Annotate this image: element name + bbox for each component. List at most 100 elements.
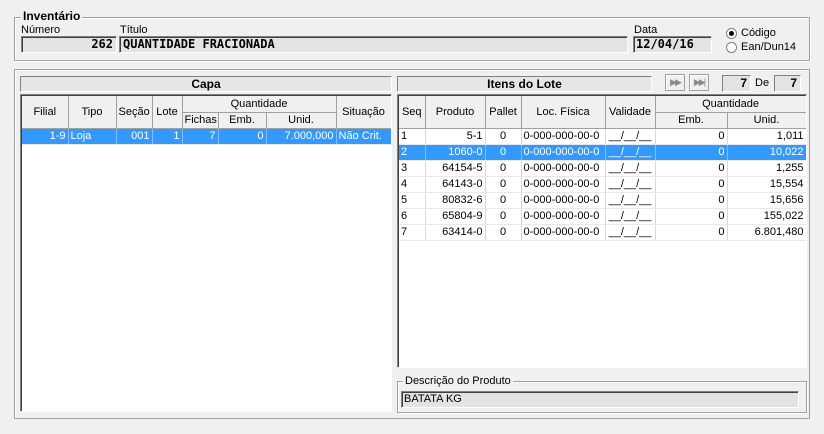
itens-cell-unid: 1,255 <box>727 160 806 177</box>
itens-cell-loc: 0-000-000-00-0 <box>521 176 606 193</box>
capa-col-tipo[interactable]: Tipo <box>68 96 117 129</box>
itens-row[interactable]: 4 64143-0 0 0-000-000-00-0 __/__/__ 0 15,554 <box>399 176 806 193</box>
itens-cell-produto: 63414-0 <box>425 224 486 241</box>
capa-col-filial[interactable]: Filial <box>22 96 69 129</box>
itens-cell-emb: 0 <box>655 160 728 177</box>
capa-col-secao[interactable]: Seção <box>116 96 153 129</box>
titulo-field[interactable]: QUANTIDADE FRACIONADA <box>119 36 628 53</box>
itens-grid[interactable]: Seq Produto Pallet Loc. Física Validade … <box>397 94 807 368</box>
itens-cell-emb: 0 <box>655 224 728 241</box>
capa-cell-tipo: Loja <box>68 128 117 145</box>
capa-col-unid[interactable]: Unid. <box>266 112 337 129</box>
itens-row[interactable]: 1 5-1 0 0-000-000-00-0 __/__/__ 0 1,011 <box>399 128 806 145</box>
capa-grid[interactable]: Filial Tipo Seção Lote Quantidade Situaç… <box>20 94 392 412</box>
itens-cell-loc: 0-000-000-00-0 <box>521 192 606 209</box>
numero-label: Número <box>21 24 61 36</box>
capa-table: Filial Tipo Seção Lote Quantidade Situaç… <box>22 96 391 145</box>
itens-cell-produto: 1060-0 <box>425 144 486 161</box>
current-page-field[interactable]: 7 <box>722 75 751 92</box>
itens-cell-seq: 4 <box>399 176 426 193</box>
next-page-button[interactable]: ▶▶ <box>665 74 685 91</box>
itens-cell-loc: 0-000-000-00-0 <box>521 208 606 225</box>
capa-cell-unid: 7.000,000 <box>266 128 337 145</box>
itens-cell-unid: 15,656 <box>727 192 806 209</box>
capa-cell-situacao: Não Crit. <box>336 128 391 145</box>
itens-cell-validade: __/__/__ <box>605 176 656 193</box>
data-field[interactable]: 12/04/16 <box>633 36 712 53</box>
capa-cell-lote: 1 <box>152 128 183 145</box>
capa-col-lote[interactable]: Lote <box>152 96 183 129</box>
itens-col-loc[interactable]: Loc. Física <box>521 96 606 129</box>
itens-cell-pallet: 0 <box>485 176 522 193</box>
itens-row[interactable]: 2 1060-0 0 0-000-000-00-0 __/__/__ 0 10,022 <box>399 144 806 161</box>
capa-col-emb[interactable]: Emb. <box>218 112 267 129</box>
itens-cell-seq: 2 <box>399 144 426 161</box>
itens-cell-pallet: 0 <box>485 208 522 225</box>
itens-cell-produto: 64143-0 <box>425 176 486 193</box>
itens-cell-pallet: 0 <box>485 144 522 161</box>
capa-cell-secao: 001 <box>116 128 153 145</box>
itens-cell-produto: 80832-6 <box>425 192 486 209</box>
itens-col-unid[interactable]: Unid. <box>727 112 806 129</box>
itens-cell-produto: 65804-9 <box>425 208 486 225</box>
capa-col-situacao[interactable]: Situação <box>336 96 391 129</box>
itens-cell-validade: __/__/__ <box>605 208 656 225</box>
itens-col-emb[interactable]: Emb. <box>655 112 728 129</box>
itens-cell-validade: __/__/__ <box>605 224 656 241</box>
itens-cell-loc: 0-000-000-00-0 <box>521 224 606 241</box>
itens-cell-unid: 10,022 <box>727 144 806 161</box>
itens-row[interactable]: 7 63414-0 0 0-000-000-00-0 __/__/__ 0 6.801,48… <box>399 224 806 241</box>
itens-cell-emb: 0 <box>655 208 728 225</box>
itens-cell-pallet: 0 <box>485 160 522 177</box>
radio-ean[interactable]: Ean/Dun14 <box>726 41 796 53</box>
itens-cell-unid: 155,022 <box>727 208 806 225</box>
itens-cell-emb: 0 <box>655 128 728 145</box>
itens-col-quantidade[interactable]: Quantidade <box>655 96 806 113</box>
itens-row[interactable]: 3 64154-5 0 0-000-000-00-0 __/__/__ 0 1,255 <box>399 160 806 177</box>
total-pages-field: 7 <box>774 75 801 92</box>
radio-ean-label: Ean/Dun14 <box>741 41 797 53</box>
itens-cell-seq: 3 <box>399 160 426 177</box>
itens-col-produto[interactable]: Produto <box>425 96 486 129</box>
itens-cell-pallet: 0 <box>485 224 522 241</box>
itens-col-pallet[interactable]: Pallet <box>485 96 522 129</box>
itens-cell-produto: 64154-5 <box>425 160 486 177</box>
itens-cell-validade: __/__/__ <box>605 160 656 177</box>
itens-header: Itens do Lote <box>397 76 652 92</box>
itens-cell-loc: 0-000-000-00-0 <box>521 128 606 145</box>
itens-table: Seq Produto Pallet Loc. Física Validade … <box>399 96 806 241</box>
descricao-legend: Descrição do Produto <box>403 375 513 388</box>
radio-codigo[interactable]: Código <box>726 27 776 39</box>
itens-cell-loc: 0-000-000-00-0 <box>521 160 606 177</box>
descricao-field[interactable]: BATATA KG <box>401 391 799 408</box>
itens-cell-unid: 1,011 <box>727 128 806 145</box>
itens-cell-produto: 5-1 <box>425 128 486 145</box>
itens-cell-seq: 1 <box>399 128 426 145</box>
itens-cell-loc: 0-000-000-00-0 <box>521 144 606 161</box>
radio-codigo-indicator[interactable] <box>726 27 737 39</box>
numero-field[interactable]: 262 <box>21 36 117 53</box>
capa-col-fichas[interactable]: Fichas <box>182 112 219 129</box>
capa-cell-emb: 0 <box>218 128 267 145</box>
itens-col-validade[interactable]: Validade <box>605 96 656 129</box>
itens-col-seq[interactable]: Seq <box>399 96 426 129</box>
itens-cell-validade: __/__/__ <box>605 192 656 209</box>
itens-row[interactable]: 6 65804-9 0 0-000-000-00-0 __/__/__ 0 155,022 <box>399 208 806 225</box>
capa-row[interactable]: 1-9 Loja 001 1 7 0 7.000,000 Não Crit. <box>22 128 391 145</box>
capa-col-quantidade[interactable]: Quantidade <box>182 96 337 113</box>
itens-cell-unid: 15,554 <box>727 176 806 193</box>
titulo-label: Título <box>120 24 148 36</box>
itens-cell-seq: 7 <box>399 224 426 241</box>
itens-cell-validade: __/__/__ <box>605 128 656 145</box>
radio-ean-indicator[interactable] <box>726 41 737 53</box>
last-page-button[interactable]: ▶▶| <box>689 74 709 91</box>
itens-row[interactable]: 5 80832-6 0 0-000-000-00-0 __/__/__ 0 15,656 <box>399 192 806 209</box>
itens-cell-seq: 5 <box>399 192 426 209</box>
itens-cell-emb: 0 <box>655 192 728 209</box>
capa-cell-fichas: 7 <box>182 128 219 145</box>
itens-cell-emb: 0 <box>655 176 728 193</box>
itens-cell-pallet: 0 <box>485 192 522 209</box>
capa-header: Capa <box>20 76 392 92</box>
capa-cell-filial: 1-9 <box>22 128 69 145</box>
de-label: De <box>755 77 770 89</box>
